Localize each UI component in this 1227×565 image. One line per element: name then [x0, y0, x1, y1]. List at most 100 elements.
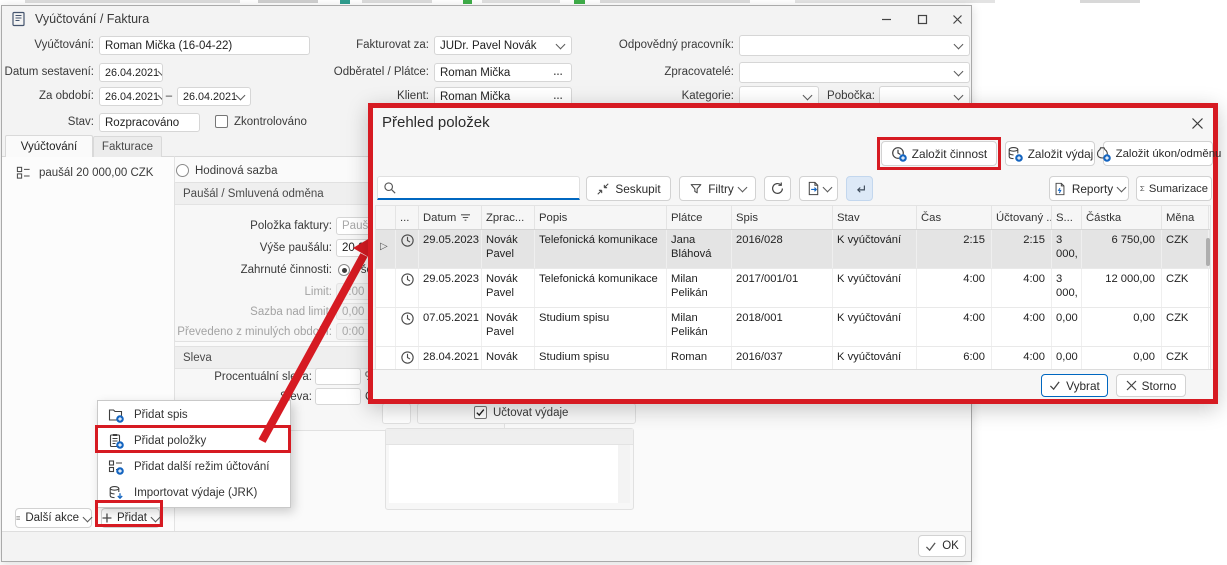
sumarizace-button[interactable]: Sumarizace	[1136, 176, 1212, 201]
titlebar: Vyúčtování / Faktura	[2, 6, 971, 32]
maximize-button[interactable]	[906, 6, 939, 32]
note-textarea[interactable]	[389, 445, 618, 503]
zkontrolovano-checkbox[interactable]	[215, 115, 228, 128]
column-header-popis[interactable]: Popis	[535, 206, 667, 229]
stav-input[interactable]: Rozpracováno	[99, 113, 200, 132]
close-button[interactable]	[941, 6, 974, 32]
zpracovatele-select[interactable]	[739, 62, 970, 83]
ellipsis-lookup-button[interactable]: …	[551, 91, 566, 102]
menu-item-1[interactable]: Přidat spis	[98, 402, 290, 428]
hodinova-sazba-radio[interactable]	[176, 164, 189, 177]
ellipsis-lookup-button[interactable]: …	[551, 67, 566, 78]
zkontrolovano-label: Zkontrolováno	[234, 116, 307, 128]
note-scrollbar[interactable]	[618, 445, 630, 503]
refresh-button[interactable]	[764, 176, 791, 201]
dialog-close-button[interactable]	[1185, 111, 1209, 135]
column-header-stav[interactable]: Stav	[833, 206, 917, 229]
cell-zprac: Novák Pavel	[482, 230, 535, 268]
zpracovatele-label: Zpracovatelé:	[602, 66, 734, 78]
menu-item-3[interactable]: Přidat další režim účtování	[98, 454, 290, 480]
zahrnute-vsechny-radio[interactable]	[338, 264, 350, 276]
cell-popis: Studium spisu	[535, 308, 667, 346]
table-row[interactable]: 28.04.2021NovákStudium spisuRoman2016/03…	[376, 347, 1210, 371]
minimize-button[interactable]	[870, 6, 903, 32]
table-scrollbar[interactable]	[1206, 238, 1210, 266]
seskupit-button[interactable]: Seskupit	[586, 176, 671, 201]
tab-vyuctovani[interactable]: Vyúčtování	[5, 135, 93, 157]
reporty-button[interactable]: Reporty	[1049, 176, 1129, 201]
datum-sestaveni-select[interactable]: 26.04.2021	[99, 63, 163, 82]
uctovat-vydaje-checkbox[interactable]	[474, 406, 487, 419]
table-row[interactable]: 07.05.2021Novák PavelStudium spisuMilan …	[376, 308, 1210, 347]
export-button[interactable]	[799, 176, 838, 201]
note-panel-header	[386, 429, 633, 445]
cell-datum: 29.05.2023	[419, 230, 482, 268]
cell-platce: Jana Bláhová	[667, 230, 732, 268]
vyse-pausalu-label: Výše paušálu:	[152, 242, 332, 254]
column-header-uctovany[interactable]: Účtovaný ...	[992, 206, 1052, 229]
column-header-mena[interactable]: Měna	[1162, 206, 1209, 229]
hodinova-sazba-label: Hodinová sazba	[195, 165, 277, 177]
zalozit-vydaj-button[interactable]: Založit výdaj	[1005, 141, 1095, 166]
obdobi-do-select[interactable]: 26.04.2021	[177, 87, 251, 106]
zalozit-ukon-button[interactable]: Založit úkon/odměnu	[1103, 141, 1213, 166]
limit-label: Limit:	[152, 286, 332, 298]
dalsi-akce-button[interactable]: Další akce	[15, 508, 92, 528]
tree-item-pausal[interactable]: paušál 20 000,00 CZK	[39, 167, 153, 179]
search-input[interactable]	[377, 176, 580, 200]
chevron-down-icon	[954, 66, 964, 76]
sazba-nad-limit-label: Sazba nad limit:	[152, 306, 332, 318]
tab-fakturace[interactable]: Fakturace	[93, 136, 162, 157]
collapse-arrows-icon	[596, 182, 610, 196]
column-header-cas[interactable]: Čas	[917, 206, 992, 229]
vybrat-button[interactable]: Vybrat	[1041, 374, 1108, 397]
odpovedny-pracovnik-label: Odpovědný pracovník:	[602, 39, 734, 51]
column-header-castka[interactable]: Částka	[1082, 206, 1162, 229]
partial-button-stub	[382, 403, 411, 424]
stav-label: Stav:	[2, 116, 94, 128]
zalozit-cinnost-button[interactable]: Založit činnost	[881, 141, 997, 166]
menu-item-2[interactable]: Přidat položky	[98, 428, 290, 454]
dialog-footer: Vybrat Storno	[373, 369, 1213, 399]
column-header-zpracovatel[interactable]: Zprac...	[482, 206, 535, 229]
fakturovat-za-select[interactable]: JUDr. Pavel Novák	[434, 36, 572, 55]
kategorie-label: Kategorie:	[642, 90, 734, 102]
plus-icon	[102, 513, 112, 523]
cross-icon	[1126, 380, 1137, 391]
table-row[interactable]: ▷29.05.2023Novák PavelTelefonická komuni…	[376, 230, 1210, 269]
column-header-type[interactable]: ...	[396, 206, 419, 229]
column-header-spis[interactable]: Spis	[732, 206, 833, 229]
table-row[interactable]: 29.05.2023Novák PavelTelefonická komunik…	[376, 269, 1210, 308]
storno-button[interactable]: Storno	[1116, 374, 1186, 397]
dialog-prehled-polozek: Přehled položek Založit činnost Založit …	[368, 103, 1218, 404]
zahrnute-cinnosti-label: Zahrnuté činnosti:	[152, 264, 332, 276]
filtry-button[interactable]: Filtry	[679, 176, 756, 201]
clock-plus-icon	[891, 146, 907, 162]
chevron-down-icon	[236, 90, 246, 100]
column-header-datum[interactable]: Datum	[419, 206, 482, 229]
billing-mode-icon	[16, 165, 31, 185]
odberatel-input[interactable]: Roman Mička…	[434, 63, 572, 82]
cell-uctovany: 4:00	[992, 308, 1052, 346]
uctovat-vydaje-label: Učtovat výdaje	[493, 407, 568, 419]
column-header-sazba[interactable]: S...	[1052, 206, 1082, 229]
cell-mena: CZK	[1162, 269, 1209, 307]
column-header-platce[interactable]: Plátce	[667, 206, 732, 229]
window-icon	[11, 11, 27, 32]
cell-datum: 29.05.2023	[419, 269, 482, 307]
za-obdobi-label: Za období:	[2, 90, 94, 102]
cell-platce: Milan Pelikán	[667, 269, 732, 307]
apply-enter-button[interactable]	[846, 176, 873, 201]
dialog-title: Přehled položek	[382, 114, 490, 131]
sleva-input[interactable]	[315, 388, 361, 405]
report-page-icon	[1053, 182, 1067, 196]
menu-item-4[interactable]: Importovat výdaje (JRK)	[98, 480, 290, 506]
cell-stav: K vyúčtování	[833, 308, 917, 346]
vyuctovani-input[interactable]: Roman Mička (16-04-22)	[99, 36, 310, 55]
pridat-button[interactable]: Přidat	[101, 508, 160, 528]
obdobi-od-select[interactable]: 26.04.2021	[99, 87, 163, 106]
ok-button[interactable]: OK	[918, 535, 966, 557]
procentualni-sleva-input[interactable]	[315, 368, 361, 385]
odpovedny-pracovnik-select[interactable]	[739, 35, 970, 56]
return-arrow-icon	[853, 182, 867, 196]
